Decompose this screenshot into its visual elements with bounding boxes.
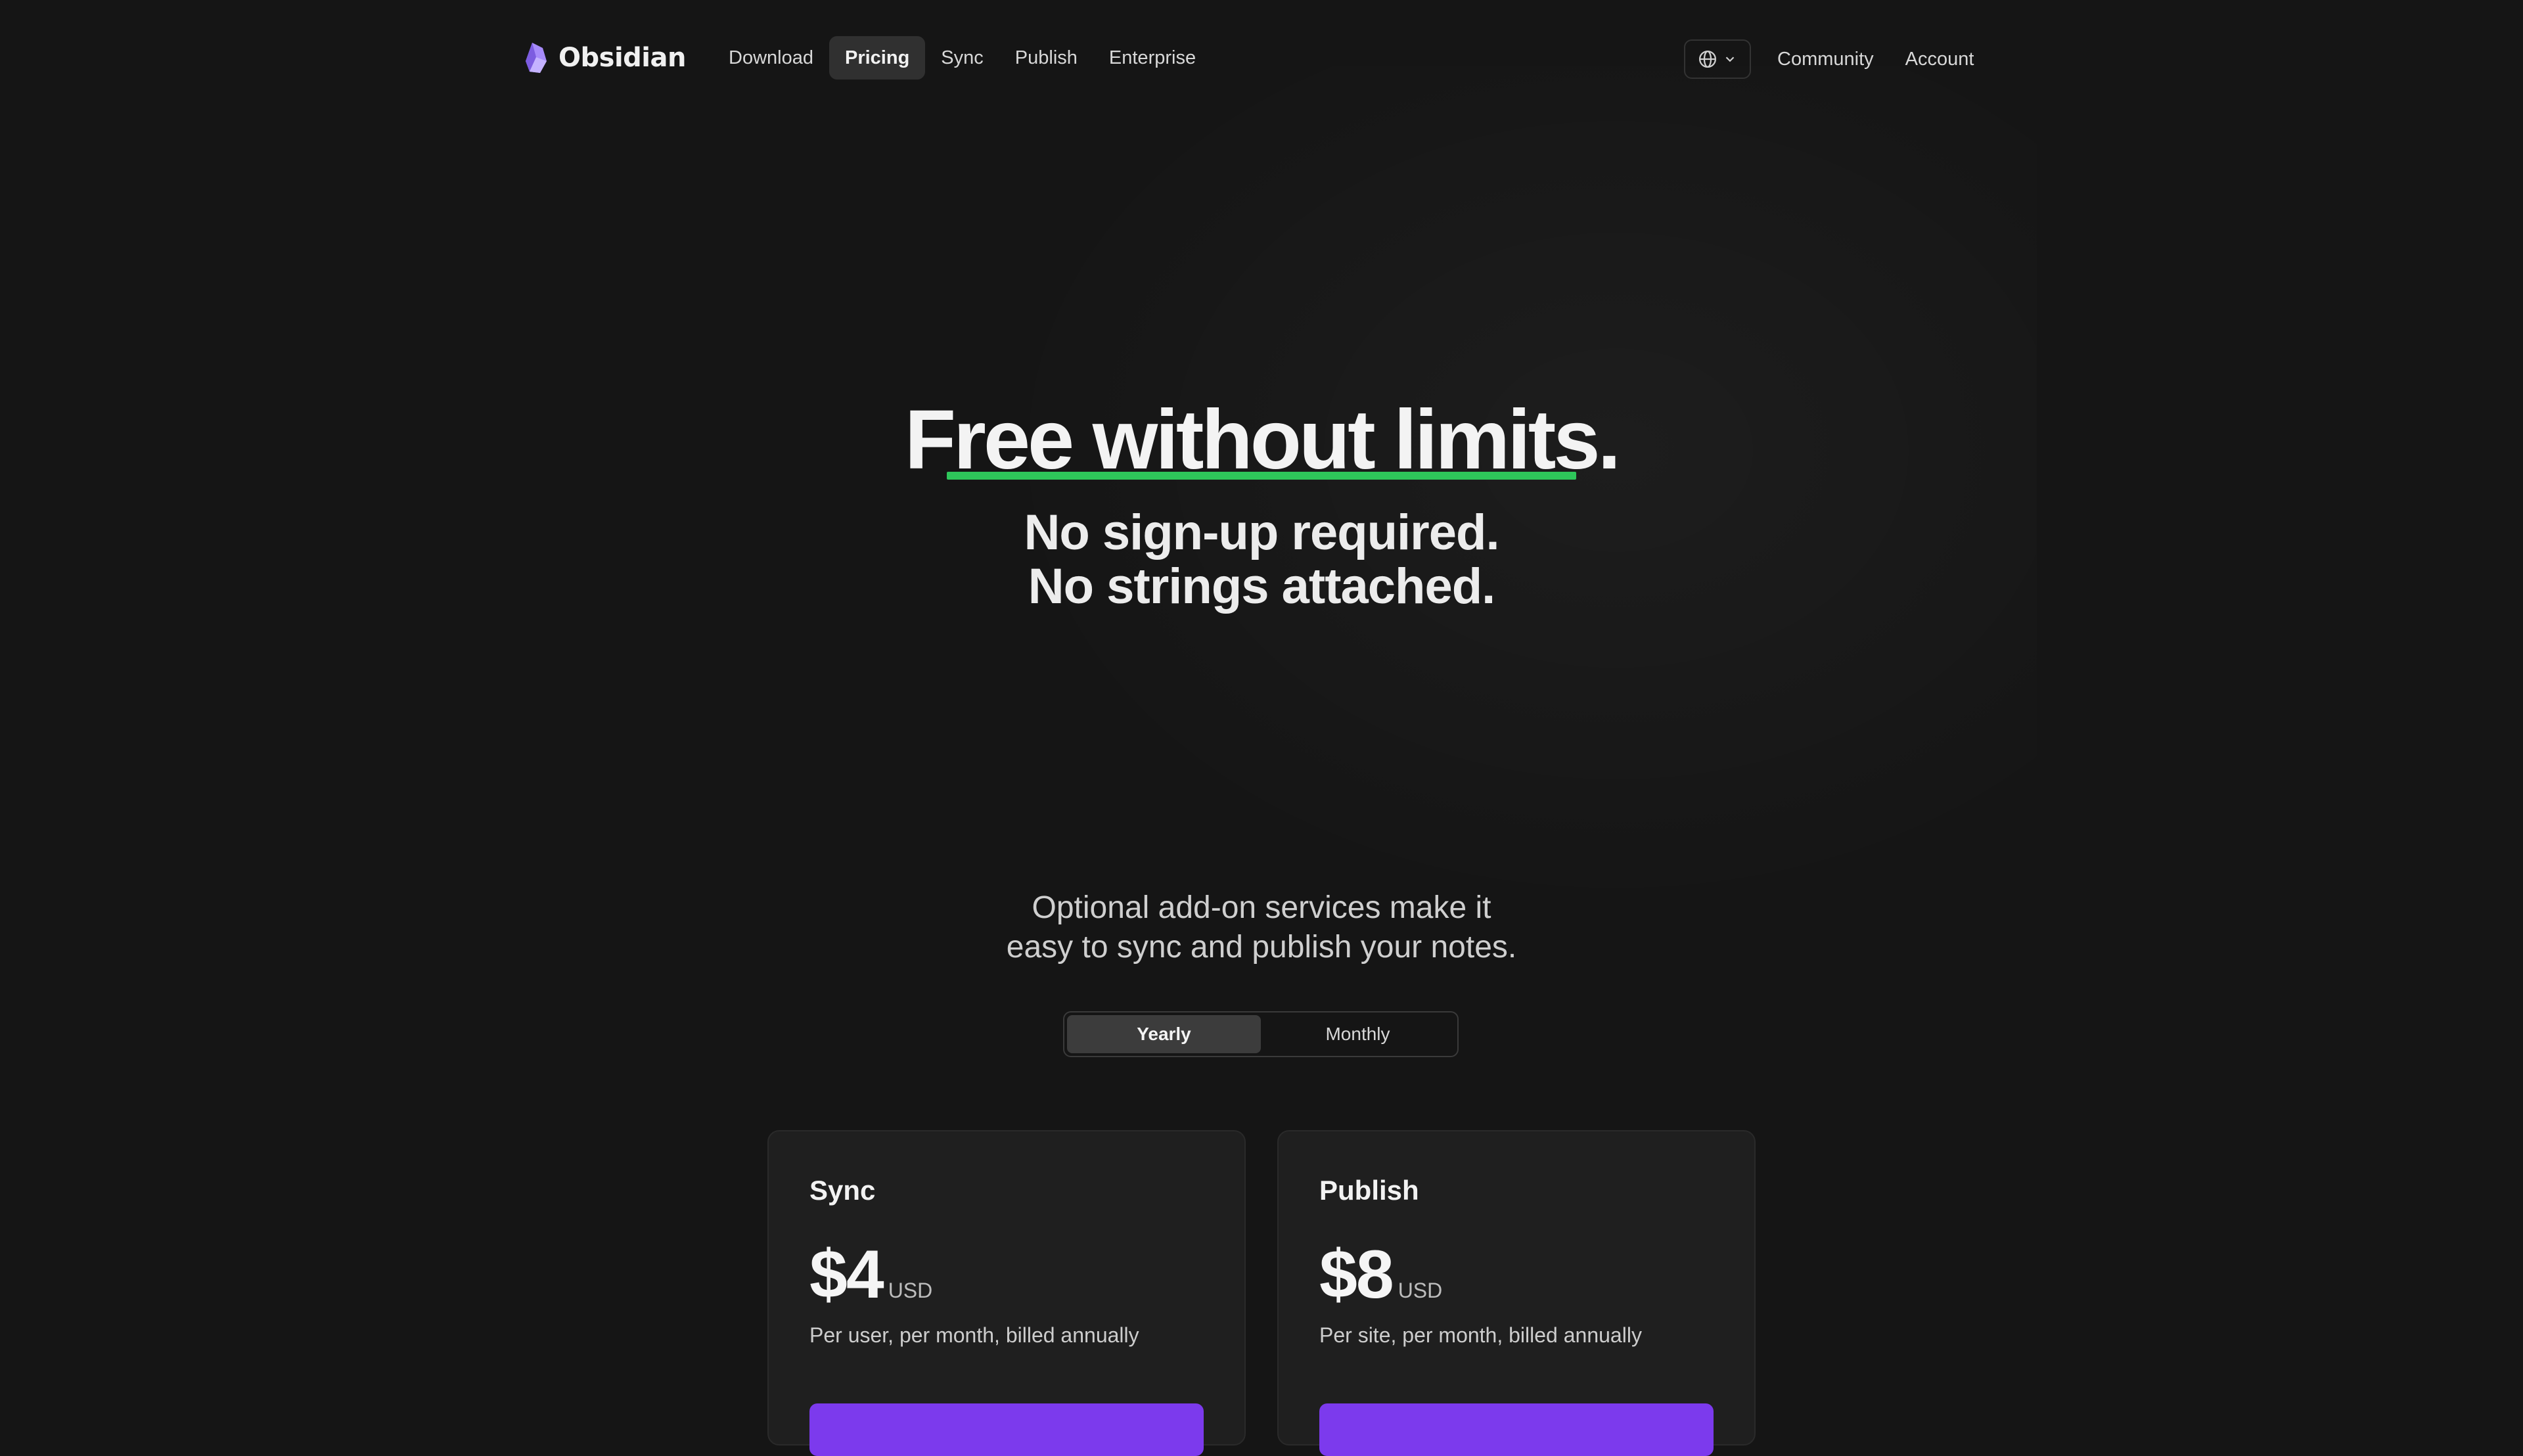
hero-title-underline — [947, 472, 1576, 480]
hero-subtitle-line-2: No strings attached. — [1028, 558, 1496, 614]
hero-subtitle: No sign-up required. No strings attached… — [0, 506, 2523, 614]
brand-name: Obsidian — [558, 43, 686, 73]
primary-nav: Download Pricing Sync Publish Enterprise — [713, 36, 1212, 80]
language-selector[interactable] — [1684, 39, 1751, 79]
nav-link-publish[interactable]: Publish — [999, 36, 1093, 80]
plan-name: Publish — [1319, 1175, 1419, 1206]
nav-link-pricing[interactable]: Pricing — [829, 36, 926, 80]
price-amount: $8 — [1319, 1237, 1394, 1313]
price-description: Per user, per month, billed annually — [809, 1323, 1139, 1347]
nav-link-enterprise[interactable]: Enterprise — [1093, 36, 1212, 80]
toggle-option-yearly[interactable]: Yearly — [1067, 1015, 1261, 1053]
chevron-down-icon — [1725, 57, 1735, 62]
hero-subtitle-line-1: No sign-up required. — [1024, 505, 1499, 560]
secondary-nav: Community Account — [1684, 37, 1989, 81]
price-description: Per site, per month, billed annually — [1319, 1323, 1642, 1347]
brand-logo[interactable]: Obsidian — [523, 38, 686, 78]
publish-cta-button[interactable] — [1319, 1403, 1714, 1456]
price-amount: $4 — [809, 1237, 884, 1313]
addons-description-line-1: Optional add-on services make it — [1032, 890, 1491, 925]
sync-cta-button[interactable] — [809, 1403, 1204, 1456]
price-currency: USD — [888, 1279, 933, 1302]
addons-description-line-2: easy to sync and publish your notes. — [1006, 930, 1517, 965]
nav-link-download[interactable]: Download — [713, 36, 829, 80]
price-currency: USD — [1398, 1279, 1443, 1302]
nav-link-sync[interactable]: Sync — [925, 36, 999, 80]
plan-price: $8 USD — [1319, 1235, 1442, 1314]
top-navigation: Obsidian Download Pricing Sync Publish E… — [0, 0, 2523, 118]
addons-description: Optional add-on services make it easy to… — [0, 888, 2523, 967]
background-glow — [986, 66, 2037, 920]
nav-link-account[interactable]: Account — [1890, 37, 1990, 81]
globe-icon — [1699, 51, 1716, 68]
plan-name: Sync — [809, 1175, 876, 1206]
plan-price: $4 USD — [809, 1235, 932, 1314]
plan-card-publish: Publish $8 USD Per site, per month, bill… — [1277, 1130, 1756, 1456]
obsidian-logo-icon — [526, 43, 547, 73]
billing-period-toggle: Yearly Monthly — [1063, 1011, 1459, 1057]
nav-link-community[interactable]: Community — [1762, 37, 1890, 81]
plan-card-sync: Sync $4 USD Per user, per month, billed … — [767, 1130, 1246, 1456]
toggle-option-monthly[interactable]: Monthly — [1261, 1015, 1455, 1053]
